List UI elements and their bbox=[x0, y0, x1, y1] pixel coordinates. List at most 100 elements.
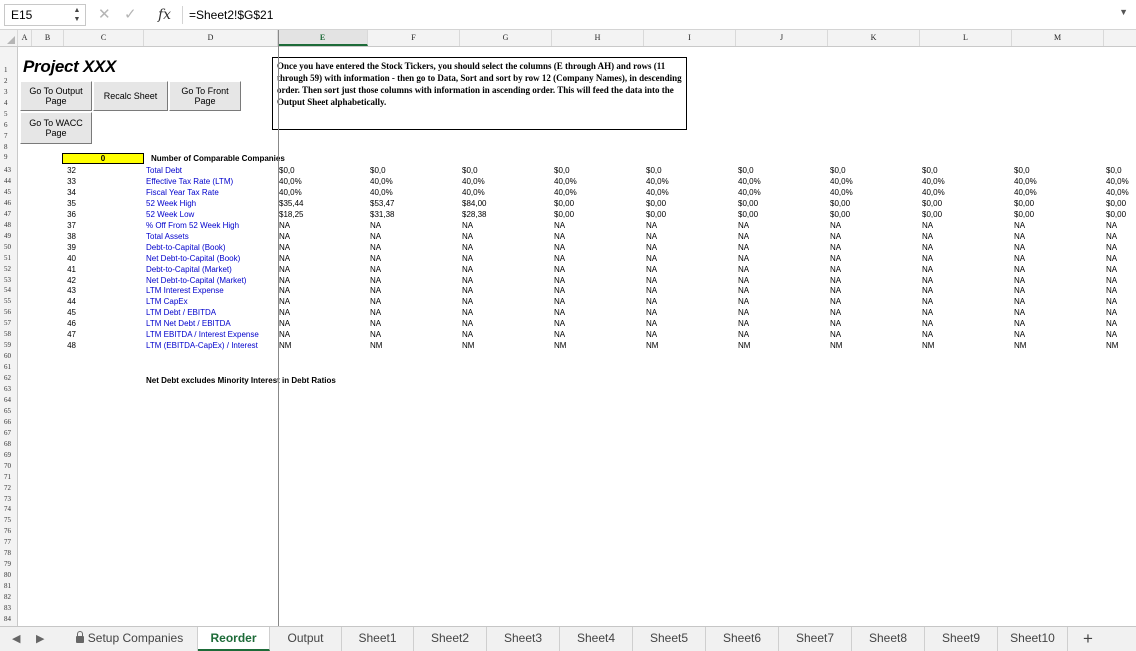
row-header-66[interactable]: 66 bbox=[0, 417, 17, 428]
row-header-9[interactable]: 9 bbox=[0, 152, 17, 163]
column-header-a[interactable]: A bbox=[18, 30, 32, 46]
metric-value-cell[interactable]: NA bbox=[462, 307, 473, 318]
metric-value-cell[interactable]: NA bbox=[554, 253, 565, 264]
metric-value-cell[interactable]: $0,0 bbox=[922, 165, 938, 176]
metric-value-cell[interactable]: NA bbox=[646, 329, 657, 340]
metric-value-cell[interactable]: 40,0% bbox=[1106, 176, 1129, 187]
tab-prev-icon[interactable]: ◀ bbox=[12, 632, 20, 646]
metric-value-cell[interactable]: NA bbox=[554, 231, 565, 242]
metric-value-cell[interactable]: 40,0% bbox=[554, 176, 577, 187]
row-header-4[interactable]: 4 bbox=[0, 98, 17, 109]
row-header-73[interactable]: 73 bbox=[0, 494, 17, 505]
metric-value-cell[interactable]: $0,00 bbox=[922, 198, 942, 209]
function-icon[interactable]: fx bbox=[158, 5, 171, 25]
metric-value-cell[interactable]: NA bbox=[279, 220, 290, 231]
sheet-grid[interactable]: Project XXX Go To Output Page Recalc She… bbox=[18, 47, 1136, 626]
sheet-tab-sheet6[interactable]: Sheet6 bbox=[706, 627, 779, 651]
metric-value-cell[interactable]: NA bbox=[279, 242, 290, 253]
metric-value-cell[interactable]: NA bbox=[922, 307, 933, 318]
metric-value-cell[interactable]: 40,0% bbox=[922, 187, 945, 198]
metric-value-cell[interactable]: $0,00 bbox=[646, 198, 666, 209]
metric-value-cell[interactable]: NA bbox=[1106, 220, 1117, 231]
row-header-65[interactable]: 65 bbox=[0, 406, 17, 417]
metric-value-cell[interactable]: NA bbox=[279, 253, 290, 264]
metric-value-cell[interactable]: $84,00 bbox=[462, 198, 486, 209]
column-header-f[interactable]: F bbox=[368, 30, 460, 46]
metric-value-cell[interactable]: NA bbox=[1014, 296, 1025, 307]
select-all-corner[interactable] bbox=[0, 30, 18, 46]
row-header-45[interactable]: 45 bbox=[0, 187, 17, 198]
metric-value-cell[interactable]: NA bbox=[922, 242, 933, 253]
sheet-tab-setup-companies[interactable]: Setup Companies bbox=[62, 627, 198, 651]
metric-index-cell[interactable]: 35 bbox=[52, 198, 76, 209]
sheet-tab-reorder[interactable]: Reorder bbox=[198, 627, 270, 651]
metric-label-cell[interactable]: Debt-to-Capital (Book) bbox=[146, 242, 226, 253]
name-box[interactable]: E15 ▲ ▼ bbox=[4, 4, 86, 26]
row-header-52[interactable]: 52 bbox=[0, 264, 17, 275]
metric-value-cell[interactable]: 40,0% bbox=[462, 187, 485, 198]
add-sheet-button[interactable]: + bbox=[1078, 628, 1098, 650]
metric-value-cell[interactable]: NA bbox=[1014, 307, 1025, 318]
row-header-59[interactable]: 59 bbox=[0, 340, 17, 351]
metric-value-cell[interactable]: NA bbox=[1106, 253, 1117, 264]
metric-value-cell[interactable]: NA bbox=[1014, 220, 1025, 231]
row-header-79[interactable]: 79 bbox=[0, 559, 17, 570]
sheet-tab-output[interactable]: Output bbox=[270, 627, 342, 651]
recalc-sheet-button[interactable]: Recalc Sheet bbox=[93, 81, 168, 111]
sheet-tab-sheet5[interactable]: Sheet5 bbox=[633, 627, 706, 651]
name-box-stepper-icon[interactable]: ▲ ▼ bbox=[73, 6, 81, 24]
metric-value-cell[interactable]: NA bbox=[1106, 296, 1117, 307]
metric-value-cell[interactable]: NA bbox=[370, 242, 381, 253]
metric-value-cell[interactable]: $0,00 bbox=[738, 198, 758, 209]
metric-value-cell[interactable]: NA bbox=[554, 242, 565, 253]
metric-value-cell[interactable]: NM bbox=[922, 340, 934, 351]
metric-value-cell[interactable]: NA bbox=[279, 231, 290, 242]
metric-value-cell[interactable]: NM bbox=[462, 340, 474, 351]
metric-value-cell[interactable]: NM bbox=[279, 340, 291, 351]
metric-label-cell[interactable]: Debt-to-Capital (Market) bbox=[146, 264, 232, 275]
metric-label-cell[interactable]: 52 Week Low bbox=[146, 209, 194, 220]
metric-value-cell[interactable]: 40,0% bbox=[646, 176, 669, 187]
metric-value-cell[interactable]: NA bbox=[830, 318, 841, 329]
metric-label-cell[interactable]: Fiscal Year Tax Rate bbox=[146, 187, 219, 198]
metric-value-cell[interactable]: 40,0% bbox=[279, 176, 302, 187]
metric-value-cell[interactable]: $0,0 bbox=[830, 165, 846, 176]
metric-value-cell[interactable]: NA bbox=[646, 275, 657, 286]
metric-value-cell[interactable]: NA bbox=[830, 329, 841, 340]
metric-value-cell[interactable]: $0,0 bbox=[370, 165, 386, 176]
metric-value-cell[interactable]: NA bbox=[738, 329, 749, 340]
row-header-70[interactable]: 70 bbox=[0, 461, 17, 472]
metric-value-cell[interactable]: $0,00 bbox=[1106, 209, 1126, 220]
metric-value-cell[interactable]: NA bbox=[554, 264, 565, 275]
metric-label-cell[interactable]: Total Assets bbox=[146, 231, 189, 242]
metric-value-cell[interactable]: NA bbox=[646, 220, 657, 231]
column-header-i[interactable]: I bbox=[644, 30, 736, 46]
metric-value-cell[interactable]: NM bbox=[830, 340, 842, 351]
metric-value-cell[interactable]: NA bbox=[830, 275, 841, 286]
metric-value-cell[interactable]: NA bbox=[1014, 264, 1025, 275]
metric-value-cell[interactable]: $0,0 bbox=[279, 165, 295, 176]
row-header-5[interactable]: 5 bbox=[0, 109, 17, 120]
metric-value-cell[interactable]: NA bbox=[462, 220, 473, 231]
metric-value-cell[interactable]: NA bbox=[1014, 329, 1025, 340]
metric-value-cell[interactable]: NA bbox=[646, 307, 657, 318]
metric-value-cell[interactable]: 40,0% bbox=[370, 187, 393, 198]
metric-value-cell[interactable]: NA bbox=[1014, 318, 1025, 329]
metric-value-cell[interactable]: 40,0% bbox=[1106, 187, 1129, 198]
metric-label-cell[interactable]: Net Debt-to-Capital (Market) bbox=[146, 275, 246, 286]
metric-value-cell[interactable]: NA bbox=[922, 253, 933, 264]
metric-value-cell[interactable]: NA bbox=[370, 220, 381, 231]
metric-value-cell[interactable]: 40,0% bbox=[370, 176, 393, 187]
metric-value-cell[interactable]: NA bbox=[370, 264, 381, 275]
metric-value-cell[interactable]: NA bbox=[462, 231, 473, 242]
formula-input[interactable]: =Sheet2!$G$21 bbox=[189, 6, 273, 24]
metric-label-cell[interactable]: Total Debt bbox=[146, 165, 182, 176]
metric-value-cell[interactable]: NA bbox=[370, 231, 381, 242]
metric-value-cell[interactable]: NA bbox=[830, 231, 841, 242]
metric-label-cell[interactable]: 52 Week High bbox=[146, 198, 196, 209]
metric-value-cell[interactable]: NA bbox=[1106, 329, 1117, 340]
metric-value-cell[interactable]: NA bbox=[646, 296, 657, 307]
row-header-68[interactable]: 68 bbox=[0, 439, 17, 450]
row-header-2[interactable]: 2 bbox=[0, 76, 17, 87]
metric-index-cell[interactable]: 41 bbox=[52, 264, 76, 275]
